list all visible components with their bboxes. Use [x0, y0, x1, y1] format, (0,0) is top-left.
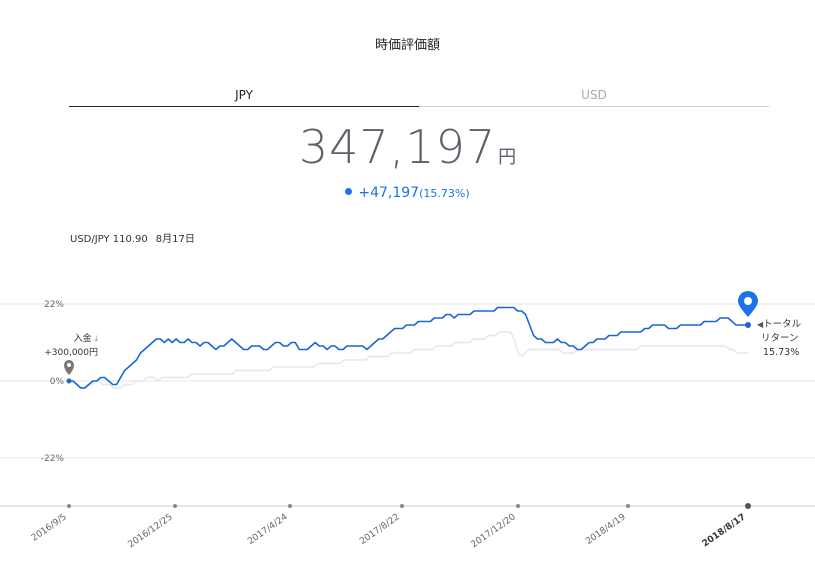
- x-tick-dot: [400, 504, 404, 508]
- x-tick-dot: [173, 504, 177, 508]
- x-tick-label: 2018/4/19: [584, 512, 628, 547]
- start-pin-shape: [64, 360, 74, 375]
- deposit-label: 入金 ⤓ +300,000円: [40, 332, 98, 360]
- x-tick-dot: [745, 503, 751, 509]
- location-pin-icon: [738, 291, 758, 317]
- deposit-amount: +300,000円: [44, 348, 98, 358]
- total-return-value: 15.73%: [763, 347, 800, 358]
- performance-chart: 22% 0% -22% 2016/9/5 2016/12/25 2017/4/24 201…: [0, 291, 815, 550]
- end-point: [745, 322, 751, 328]
- x-tick-label: 2016/9/5: [30, 512, 69, 543]
- start-pin-icon: [64, 360, 74, 375]
- x-tick-label: 2017/12/20: [469, 512, 517, 550]
- total-return-label: ◀トータル リターン 15.73%: [757, 318, 801, 360]
- deposit-text: 入金: [73, 334, 92, 344]
- x-tick-label: 2016/12/25: [126, 512, 174, 550]
- x-tick-label: 2018/8/17: [701, 512, 748, 549]
- y-tick-label: -22%: [41, 454, 65, 464]
- x-tick-label: 2017/8/22: [358, 512, 402, 547]
- start-point: [66, 378, 72, 384]
- x-tick-dot: [288, 504, 292, 508]
- y-tick-label: 22%: [44, 300, 64, 310]
- x-tick-dot: [67, 504, 71, 508]
- x-tick-label: 2017/4/24: [246, 512, 290, 547]
- x-tick-dot: [516, 504, 520, 508]
- total-return-line1: トータル: [763, 319, 802, 330]
- x-tick-dot: [626, 504, 630, 508]
- total-return-line2: リターン: [761, 333, 799, 344]
- series-line-portfolio: [69, 306, 748, 389]
- start-pin-hole: [67, 363, 71, 367]
- y-tick-label: 0%: [50, 377, 65, 387]
- download-icon: ⤓: [94, 334, 98, 343]
- end-pin-hole: [744, 297, 752, 305]
